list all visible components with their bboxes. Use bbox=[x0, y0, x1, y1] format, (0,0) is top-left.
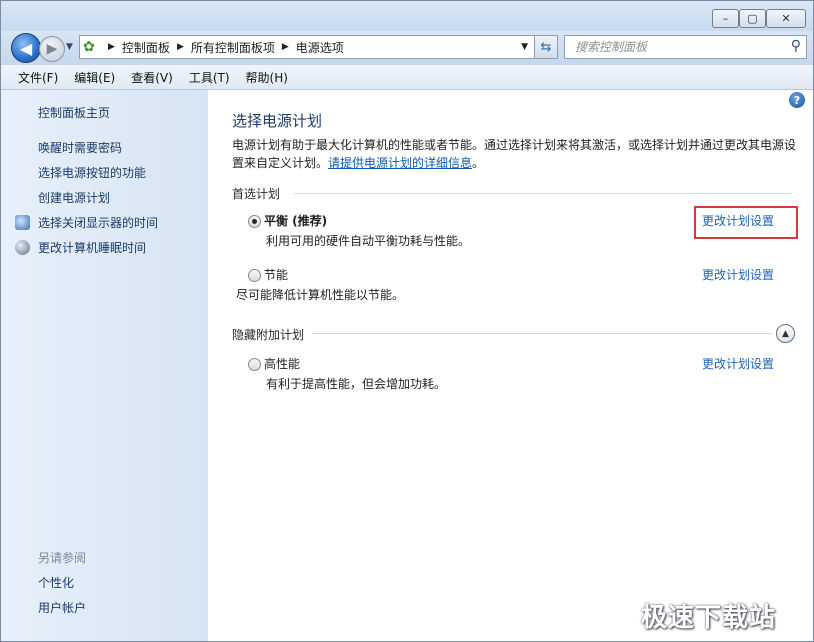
hidden-plans-label: 隐藏附加计划 bbox=[232, 328, 305, 342]
arrow-left-icon: ◀ bbox=[19, 38, 33, 58]
close-button[interactable]: ✕ bbox=[766, 9, 806, 28]
control-panel-icon: ✿ bbox=[83, 39, 95, 55]
refresh-icon: ⇆ bbox=[540, 39, 552, 55]
change-plan-settings-power-saver-link[interactable]: 更改计划设置 bbox=[702, 266, 774, 283]
breadcrumb-chevron-icon[interactable]: ▶ bbox=[282, 42, 289, 52]
address-toolbar: ◀ ▶ ▼ ✿ ▶ 控制面板▶ 所有控制面板项▶ 电源选项 ▼ ⇆ ⚲ bbox=[1, 31, 813, 65]
page-description: 电源计划有助于最大化计算机的性能或者节能。通过选择计划来将其激活，或选择计划并通… bbox=[232, 138, 797, 170]
plan-balanced-name[interactable]: 平衡 (推荐) bbox=[264, 212, 327, 229]
plan-balanced-desc: 利用可用的硬件自动平衡功耗与性能。 bbox=[266, 234, 471, 248]
menu-edit[interactable]: 编辑(E) bbox=[66, 69, 123, 86]
control-panel-window: – ▢ ✕ ◀ ▶ ▼ ✿ ▶ 控制面板 ▶ 所有控制面板项 ▶ 电源选项 ▼ ⇆ … bbox=[0, 0, 814, 642]
breadcrumb-control-panel[interactable]: 控制面板 ▶ bbox=[122, 39, 191, 56]
search-icon[interactable]: ⚲ bbox=[791, 38, 801, 54]
address-bar[interactable]: ✿ ▶ 控制面板 ▶ 所有控制面板项 ▶ 电源选项 ▼ bbox=[79, 35, 535, 59]
refresh-button[interactable]: ⇆ bbox=[534, 35, 558, 59]
collapse-chevron-up-icon[interactable]: ▲ bbox=[776, 324, 795, 343]
sidebar-sleep-time-link[interactable]: 更改计算机睡眠时间 bbox=[38, 239, 146, 256]
sidebar-personalization-link[interactable]: 个性化 bbox=[38, 574, 74, 591]
minimize-button[interactable]: – bbox=[712, 9, 739, 28]
change-plan-settings-high-performance-link[interactable]: 更改计划设置 bbox=[702, 355, 774, 372]
display-icon bbox=[15, 215, 30, 230]
highlight-box bbox=[694, 206, 798, 239]
back-button[interactable]: ◀ bbox=[11, 33, 41, 63]
breadcrumb-chevron-icon[interactable]: ▶ bbox=[177, 42, 184, 52]
address-dropdown-icon[interactable]: ▼ bbox=[521, 42, 528, 52]
menu-help[interactable]: 帮助(H) bbox=[238, 69, 296, 86]
page-title: 选择电源计划 bbox=[232, 112, 323, 130]
divider bbox=[294, 193, 792, 194]
sidebar: 控制面板主页 唤醒时需要密码 选择电源按钮的功能 创建电源计划 选择关闭显示器的… bbox=[1, 90, 208, 641]
plan-details-link[interactable]: 请提供电源计划的详细信息 bbox=[328, 156, 472, 170]
menu-bar: 文件(F) 编辑(E) 查看(V) 工具(T) 帮助(H) bbox=[1, 65, 813, 90]
arrow-right-icon: ▶ bbox=[46, 41, 58, 57]
sleep-moon-icon bbox=[15, 240, 30, 255]
recent-pages-dropdown[interactable]: ▼ bbox=[66, 42, 73, 52]
search-input[interactable] bbox=[573, 39, 787, 55]
sidebar-power-buttons-link[interactable]: 选择电源按钮的功能 bbox=[38, 164, 146, 181]
plan-power-saver-desc: 尽可能降低计算机性能以节能。 bbox=[236, 288, 405, 302]
breadcrumb-power-options[interactable]: 电源选项 bbox=[296, 39, 344, 56]
sidebar-create-plan-link[interactable]: 创建电源计划 bbox=[38, 189, 110, 206]
plan-power-saver-radio[interactable] bbox=[248, 269, 261, 282]
menu-view[interactable]: 查看(V) bbox=[123, 69, 181, 86]
breadcrumb-chevron-icon[interactable]: ▶ bbox=[108, 42, 115, 52]
sidebar-wake-password-link[interactable]: 唤醒时需要密码 bbox=[38, 139, 122, 156]
plan-power-saver-name[interactable]: 节能 bbox=[264, 266, 288, 283]
plan-high-performance-radio[interactable] bbox=[248, 358, 261, 371]
maximize-button[interactable]: ▢ bbox=[739, 9, 766, 28]
plan-high-performance-desc: 有利于提高性能，但会增加功耗。 bbox=[266, 377, 447, 391]
title-bar: – ▢ ✕ bbox=[1, 1, 813, 31]
plan-balanced-radio[interactable] bbox=[248, 215, 261, 228]
sidebar-user-accounts-link[interactable]: 用户帐户 bbox=[38, 599, 86, 616]
watermark-logo: 极速下载站 bbox=[641, 603, 777, 633]
preferred-plans-label: 首选计划 bbox=[232, 187, 281, 201]
forward-button[interactable]: ▶ bbox=[39, 36, 65, 62]
menu-tools[interactable]: 工具(T) bbox=[181, 69, 238, 86]
divider bbox=[312, 333, 772, 334]
search-box[interactable]: ⚲ bbox=[564, 35, 807, 59]
menu-file[interactable]: 文件(F) bbox=[1, 69, 66, 86]
help-icon[interactable]: ? bbox=[789, 92, 805, 108]
sidebar-home-link[interactable]: 控制面板主页 bbox=[38, 104, 110, 121]
plan-high-performance-name[interactable]: 高性能 bbox=[264, 355, 300, 372]
main-content: ? 选择电源计划 电源计划有助于最大化计算机的性能或者节能。通过选择计划来将其激… bbox=[208, 90, 813, 641]
see-also-heading: 另请参阅 bbox=[38, 551, 87, 565]
sidebar-display-off-link[interactable]: 选择关闭显示器的时间 bbox=[38, 214, 158, 231]
caption-buttons: – ▢ ✕ bbox=[712, 9, 806, 28]
breadcrumb-all-items[interactable]: 所有控制面板项 ▶ bbox=[191, 39, 296, 56]
